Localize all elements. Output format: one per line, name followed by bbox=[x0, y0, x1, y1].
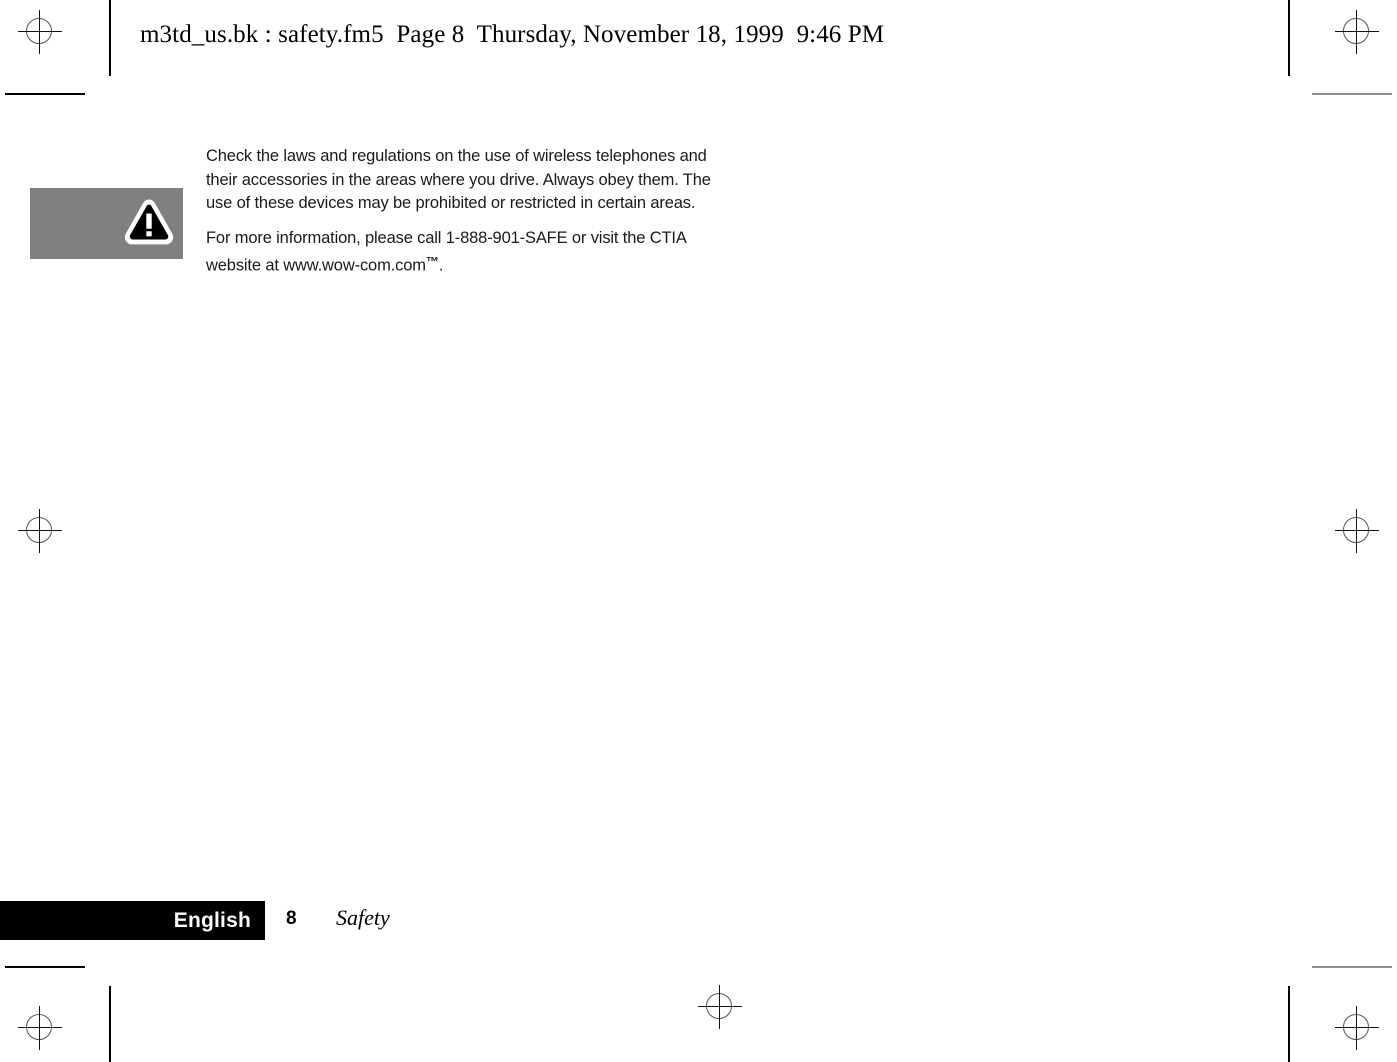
trim-line-horizontal-bottom-left bbox=[5, 966, 85, 968]
registration-horizontal-line bbox=[698, 1006, 742, 1007]
registration-mark-bottom-center bbox=[698, 985, 742, 1029]
paragraph-laws-and-regulations: Check the laws and regulations on the us… bbox=[206, 147, 711, 212]
registration-mark-bottom-left bbox=[18, 1006, 62, 1050]
registration-vertical-line bbox=[39, 509, 40, 553]
trim-line-horizontal-top-left bbox=[5, 93, 85, 95]
registration-mark-middle-left bbox=[18, 509, 62, 553]
paragraph-more-information-text: For more information, please call 1-888-… bbox=[206, 228, 686, 275]
registration-horizontal-line bbox=[1335, 530, 1379, 531]
trim-line-horizontal-top-right bbox=[1312, 93, 1392, 95]
page-header-imposition-line: m3td_us.bk : safety.fm5 Page 8 Thursday,… bbox=[140, 21, 885, 48]
registration-mark-top-right bbox=[1335, 10, 1379, 54]
registration-horizontal-line bbox=[18, 1027, 62, 1028]
registration-vertical-line bbox=[1356, 1006, 1357, 1050]
registration-vertical-line bbox=[1356, 10, 1357, 54]
registration-vertical-line bbox=[1356, 509, 1357, 553]
registration-horizontal-line bbox=[18, 530, 62, 531]
trim-line-vertical-right-top bbox=[1288, 0, 1290, 76]
trim-line-horizontal-bottom-right bbox=[1312, 966, 1392, 968]
registration-mark-bottom-right bbox=[1335, 1006, 1379, 1050]
trim-line-vertical-left-bottom bbox=[109, 986, 111, 1062]
trim-line-vertical-left-top bbox=[109, 0, 111, 76]
paragraph-more-information: For more information, please call 1-888-… bbox=[206, 227, 738, 279]
document-page: m3td_us.bk : safety.fm5 Page 8 Thursday,… bbox=[0, 0, 1397, 1062]
registration-horizontal-line bbox=[18, 31, 62, 32]
footer-page-number: 8 bbox=[286, 908, 297, 929]
footer-language-bar: English bbox=[0, 901, 265, 940]
registration-mark-middle-right bbox=[1335, 509, 1379, 553]
registration-horizontal-line bbox=[1335, 1027, 1379, 1028]
registration-vertical-line bbox=[39, 10, 40, 54]
trim-line-vertical-right-bottom bbox=[1288, 986, 1290, 1062]
registration-horizontal-line bbox=[1335, 31, 1379, 32]
footer-language-label: English bbox=[173, 909, 251, 932]
body-text-column: Check the laws and regulations on the us… bbox=[206, 145, 738, 278]
trademark-symbol: ™ bbox=[425, 254, 439, 269]
trailing-period: . bbox=[438, 256, 444, 275]
footer-section-title: Safety bbox=[336, 905, 390, 930]
warning-triangle-icon bbox=[124, 199, 174, 245]
warning-callout-box bbox=[30, 188, 183, 259]
registration-vertical-line bbox=[719, 985, 720, 1029]
registration-mark-top-left bbox=[18, 10, 62, 54]
registration-vertical-line bbox=[39, 1006, 40, 1050]
